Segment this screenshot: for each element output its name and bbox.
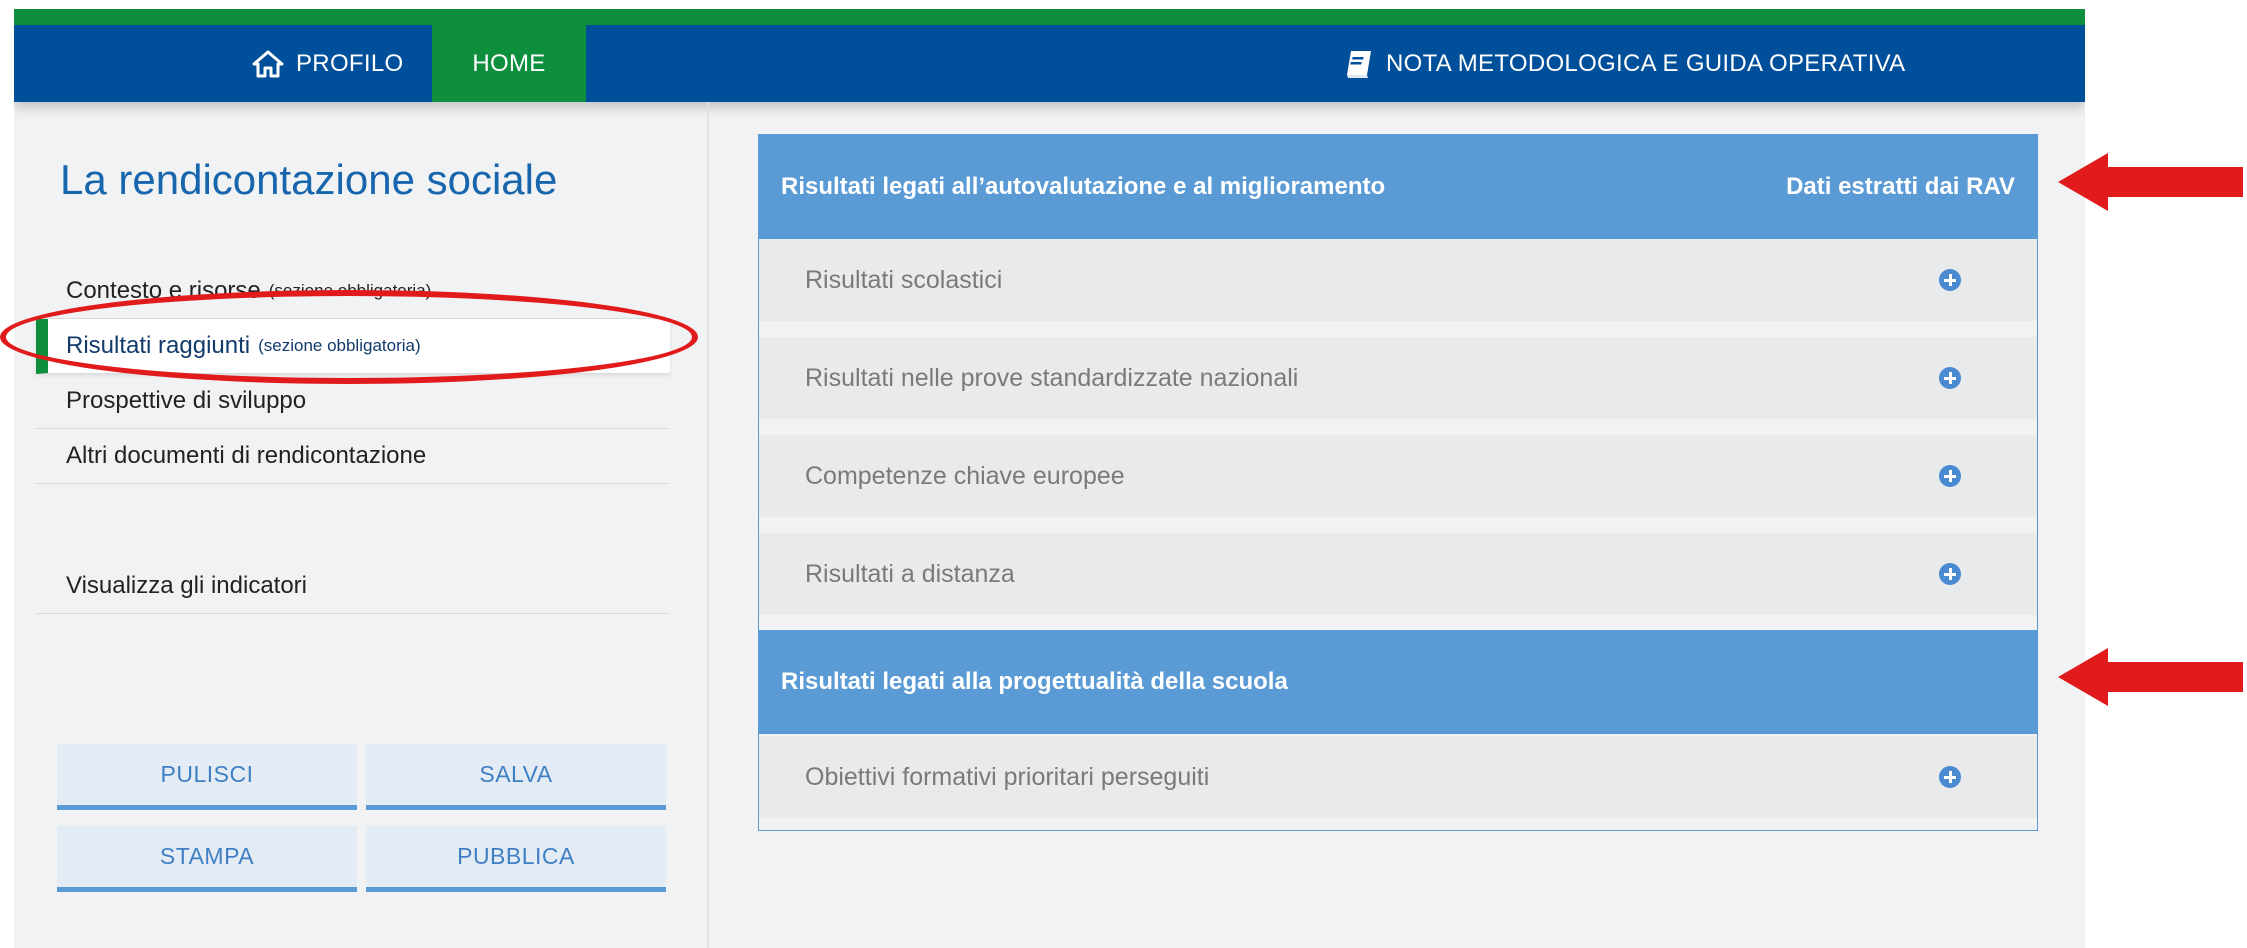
accordion-row-label: Obiettivi formativi prioritari perseguit… (805, 762, 1210, 791)
plus-circle-icon[interactable] (1939, 465, 1961, 487)
page-title: La rendicontazione sociale (60, 156, 558, 203)
accordion-row-label: Risultati a distanza (805, 559, 1015, 588)
plus-circle-icon[interactable] (1939, 269, 1961, 291)
pubblica-button[interactable]: PUBBLICA (366, 826, 666, 892)
sidebar-item-indicatori[interactable]: Visualizza gli indicatori (36, 559, 670, 614)
nav-home-label: HOME (472, 49, 546, 77)
plus-circle-icon[interactable] (1939, 563, 1961, 585)
sidebar-item-label: Contesto e risorse (66, 277, 261, 304)
accordion-row-risultati-scolastici[interactable]: Risultati scolastici (759, 239, 2037, 321)
nav-guida-label: NOTA METODOLOGICA E GUIDA OPERATIVA (1386, 49, 1906, 77)
sidebar-item-label: Prospettive di sviluppo (66, 387, 307, 414)
section-header-autovalutazione: Risultati legati all’autovalutazione e a… (759, 135, 2037, 239)
salva-button[interactable]: SALVA (366, 744, 666, 810)
plus-circle-icon[interactable] (1939, 367, 1961, 389)
nav-profilo[interactable]: PROFILO (252, 25, 403, 102)
sidebar-item-contesto[interactable]: Contesto e risorse (sezione obbligatoria… (36, 264, 670, 319)
sidebar: La rendicontazione sociale Contesto e ri… (14, 102, 709, 948)
accordion-row-label: Risultati scolastici (805, 265, 1003, 294)
stampa-button[interactable]: STAMPA (57, 826, 357, 892)
top-green-strip (14, 9, 2085, 25)
accordion-row-risultati-distanza[interactable]: Risultati a distanza (759, 533, 2037, 615)
nav-guida-operativa[interactable]: NOTA METODOLOGICA E GUIDA OPERATIVA (1344, 25, 1906, 102)
red-arrow-icon (2058, 648, 2243, 706)
section-header-progettualita: Risultati legati alla progettualità dell… (759, 630, 2037, 734)
book-icon (1347, 50, 1371, 78)
red-arrow-icon (2058, 153, 2243, 211)
sidebar-item-label: Altri documenti di rendicontazione (66, 442, 427, 469)
nav-home[interactable]: HOME (432, 25, 586, 102)
accordion-row-label: Competenze chiave europee (805, 461, 1125, 490)
sidebar-item-label: Risultati raggiunti (66, 332, 251, 359)
sidebar-item-label: Visualizza gli indicatori (66, 572, 308, 599)
section-title: Risultati legati alla progettualità dell… (781, 668, 1288, 695)
sidebar-item-altri-documenti[interactable]: Altri documenti di rendicontazione (36, 429, 670, 484)
section-title: Risultati legati all’autovalutazione e a… (781, 173, 1386, 200)
top-navigation: PROFILO HOME NOTA METODOLOGICA E GUIDA O… (14, 25, 2085, 102)
nav-profilo-label: PROFILO (296, 49, 404, 77)
sidebar-item-note: (sezione obbligatoria) (258, 336, 421, 355)
accordion-row-obiettivi-formativi[interactable]: Obiettivi formativi prioritari perseguit… (759, 736, 2037, 818)
accordion-row-label: Risultati nelle prove standardizzate naz… (805, 363, 1299, 392)
section-right-label: Dati estratti dai RAV (1786, 173, 2015, 200)
accordion-row-competenze-chiave[interactable]: Competenze chiave europee (759, 435, 2037, 517)
accordion-row-prove-standardizzate[interactable]: Risultati nelle prove standardizzate naz… (759, 337, 2037, 419)
sidebar-item-risultati[interactable]: Risultati raggiunti (sezione obbligatori… (36, 319, 670, 374)
sidebar-item-note: (sezione obbligatoria) (268, 281, 432, 300)
pulisci-button[interactable]: PULISCI (57, 744, 357, 810)
home-icon (252, 50, 284, 77)
plus-circle-icon[interactable] (1939, 766, 1961, 788)
app-window: PROFILO HOME NOTA METODOLOGICA E GUIDA O… (14, 9, 2085, 948)
sidebar-item-prospettive[interactable]: Prospettive di sviluppo (36, 374, 670, 429)
results-panel: Risultati legati all’autovalutazione e a… (758, 134, 2038, 831)
